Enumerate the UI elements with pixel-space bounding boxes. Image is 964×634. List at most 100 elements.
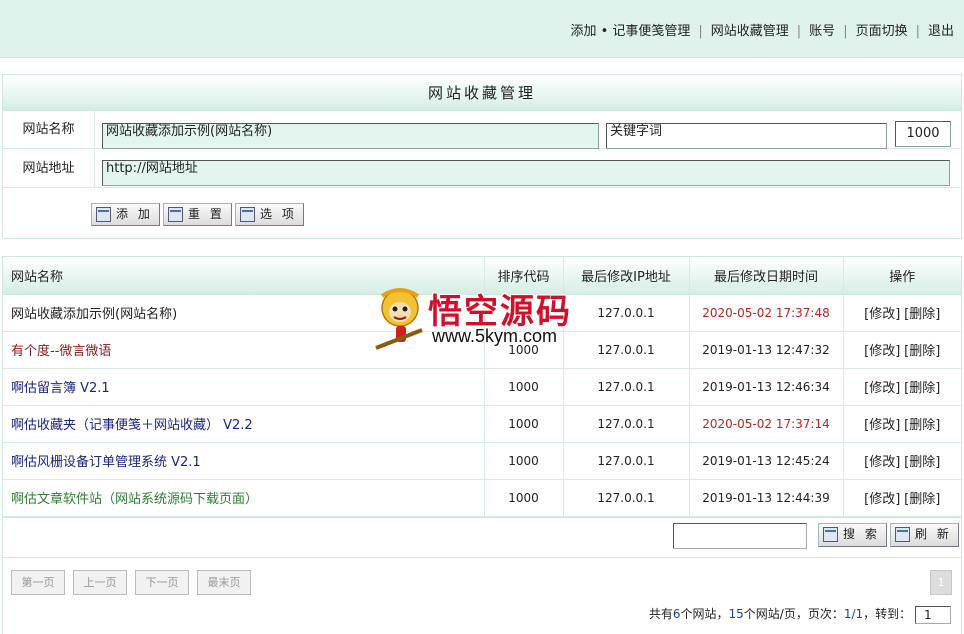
edit-link[interactable]: [修改] — [864, 492, 900, 507]
row-actions: [修改] [删除] — [843, 405, 961, 443]
add-button-label: 添 加 — [116, 207, 153, 221]
nav-separator: | — [698, 24, 703, 39]
search-bar: 搜 索 刷 新 — [2, 514, 962, 558]
row-ip: 127.0.0.1 — [563, 368, 690, 406]
row-date: 2019-01-13 12:45:24 — [689, 442, 844, 480]
row-site-name[interactable]: 啊估文章软件站（网站系统源码下载页面） — [3, 479, 485, 517]
search-button[interactable]: 搜 索 — [818, 523, 887, 547]
add-icon — [96, 207, 111, 222]
row-site-name[interactable]: 啊估留言簿 V2.1 — [3, 368, 485, 406]
refresh-button[interactable]: 刷 新 — [890, 523, 959, 547]
row-ip: 127.0.0.1 — [563, 442, 690, 480]
row-actions: [修改] [删除] — [843, 442, 961, 480]
info-prefix: 共有 — [648, 607, 673, 621]
pagination-area: 第一页 上一页 下一页 最末页 1 共有6个网站，15个网站/页，页次：1/1，… — [2, 558, 962, 634]
delete-link[interactable]: [删除] — [904, 344, 940, 359]
options-button-label: 选 项 — [260, 207, 297, 221]
row-site-name[interactable]: 啊估收藏夹（记事便笺＋网站收藏） V2.2 — [3, 405, 485, 443]
top-bar: 添加 • 记事便笺管理 | 网站收藏管理 | 账号 | 页面切换 | 退出 — [0, 0, 964, 58]
search-input[interactable] — [673, 523, 807, 549]
last-page-button[interactable]: 最末页 — [197, 570, 251, 595]
order-input[interactable]: 1000 — [895, 121, 951, 147]
row-site-name[interactable]: 有个度--微言微语 — [3, 331, 485, 369]
row-ip: 127.0.0.1 — [563, 294, 690, 332]
nav-separator: | — [796, 24, 802, 39]
table-row: 网站收藏添加示例(网站名称) 127.0.0.1 2020-05-02 17:3… — [3, 294, 961, 332]
row-ip: 127.0.0.1 — [563, 479, 690, 517]
current-page-number[interactable]: 1 — [930, 570, 952, 595]
bookmark-table: 网站名称 排序代码 最后修改IP地址 最后修改日期时间 操作 网站收藏添加示例(… — [2, 256, 962, 518]
search-button-label: 搜 索 — [843, 527, 880, 541]
nav-bookmarks[interactable]: 网站收藏管理 — [711, 24, 789, 39]
row-date: 2019-01-13 12:47:32 — [689, 331, 844, 369]
nav-logout[interactable]: 退出 — [928, 24, 954, 39]
per-page-count: 15 — [728, 607, 744, 621]
nav-page-switch[interactable]: 页面切换 — [856, 24, 908, 39]
options-icon — [240, 207, 255, 222]
info-text: ，转到： — [863, 607, 912, 621]
table-row: 啊估留言簿 V2.1 1000 127.0.0.1 2019-01-13 12:… — [3, 368, 961, 406]
col-header-ip[interactable]: 最后修改IP地址 — [563, 257, 690, 295]
panel-title: 网站收藏管理 — [3, 75, 961, 111]
site-name-input[interactable]: 网站收藏添加示例(网站名称) — [102, 123, 599, 149]
edit-link[interactable]: [修改] — [864, 455, 900, 470]
edit-link[interactable]: [修改] — [864, 418, 900, 433]
total-count: 6 — [672, 607, 681, 621]
row-actions: [修改] [删除] — [843, 479, 961, 517]
options-button[interactable]: 选 项 — [235, 203, 304, 226]
form-row-name: 网站名称 网站收藏添加示例(网站名称) 关键字词 1000 — [3, 111, 961, 149]
keyword-input[interactable]: 关键字词 — [606, 123, 887, 149]
form-button-row: 添 加 重 置 选 项 — [3, 189, 961, 237]
info-text: 个网站， — [680, 607, 729, 621]
col-header-actions: 操作 — [843, 257, 961, 295]
row-site-name[interactable]: 啊估风栅设备订单管理系统 V2.1 — [3, 442, 485, 480]
table-row: 有个度--微言微语 1000 127.0.0.1 2019-01-13 12:4… — [3, 331, 961, 369]
site-url-input[interactable]: http://网站地址 — [102, 160, 950, 186]
table-header-row: 网站名称 排序代码 最后修改IP地址 最后修改日期时间 操作 — [3, 257, 961, 295]
nav-separator: | — [915, 24, 920, 39]
row-date: 2020-05-02 17:37:14 — [689, 405, 844, 443]
delete-link[interactable]: [删除] — [904, 455, 940, 470]
jump-page-input[interactable]: 1 — [915, 605, 951, 624]
edit-link[interactable]: [修改] — [864, 381, 900, 396]
page-of: 1/1 — [843, 607, 864, 621]
site-name-label: 网站名称 — [3, 111, 95, 148]
row-order: 1000 — [484, 368, 564, 406]
col-header-name[interactable]: 网站名称 — [3, 257, 485, 295]
delete-link[interactable]: [删除] — [904, 307, 940, 322]
col-header-date[interactable]: 最后修改日期时间 — [689, 257, 844, 295]
row-actions: [修改] [删除] — [843, 331, 961, 369]
add-button[interactable]: 添 加 — [91, 203, 160, 226]
nav-account[interactable]: 账号 — [809, 24, 835, 39]
site-url-label: 网站地址 — [3, 150, 95, 187]
next-page-button[interactable]: 下一页 — [135, 570, 189, 595]
row-actions: [修改] [删除] — [843, 368, 961, 406]
reset-button-label: 重 置 — [188, 207, 225, 221]
reset-button[interactable]: 重 置 — [163, 203, 232, 226]
row-date: 2019-01-13 12:46:34 — [689, 368, 844, 406]
edit-link[interactable]: [修改] — [864, 307, 900, 322]
top-navigation: 添加 • 记事便笺管理 | 网站收藏管理 | 账号 | 页面切换 | 退出 — [570, 20, 954, 39]
prev-page-button[interactable]: 上一页 — [73, 570, 127, 595]
row-site-name[interactable]: 网站收藏添加示例(网站名称) — [3, 294, 485, 332]
nav-add-notes[interactable]: 添加 • 记事便笺管理 — [570, 24, 690, 39]
row-order: 1000 — [484, 479, 564, 517]
nav-separator: | — [843, 24, 848, 39]
delete-link[interactable]: [删除] — [904, 381, 940, 396]
refresh-button-label: 刷 新 — [915, 527, 952, 541]
row-order: 1000 — [484, 331, 564, 369]
first-page-button[interactable]: 第一页 — [11, 570, 65, 595]
delete-link[interactable]: [删除] — [904, 418, 940, 433]
row-actions: [修改] [删除] — [843, 294, 961, 332]
refresh-icon — [895, 527, 910, 542]
pagination-info: 共有6个网站，15个网站/页，页次：1/1，转到： 1 — [649, 605, 951, 624]
reset-icon — [168, 207, 183, 222]
table-row: 啊估风栅设备订单管理系统 V2.1 1000 127.0.0.1 2019-01… — [3, 442, 961, 480]
row-ip: 127.0.0.1 — [563, 331, 690, 369]
table-row: 啊估收藏夹（记事便笺＋网站收藏） V2.2 1000 127.0.0.1 202… — [3, 405, 961, 443]
col-header-order[interactable]: 排序代码 — [484, 257, 564, 295]
search-icon — [823, 527, 838, 542]
edit-link[interactable]: [修改] — [864, 344, 900, 359]
row-ip: 127.0.0.1 — [563, 405, 690, 443]
delete-link[interactable]: [删除] — [904, 492, 940, 507]
